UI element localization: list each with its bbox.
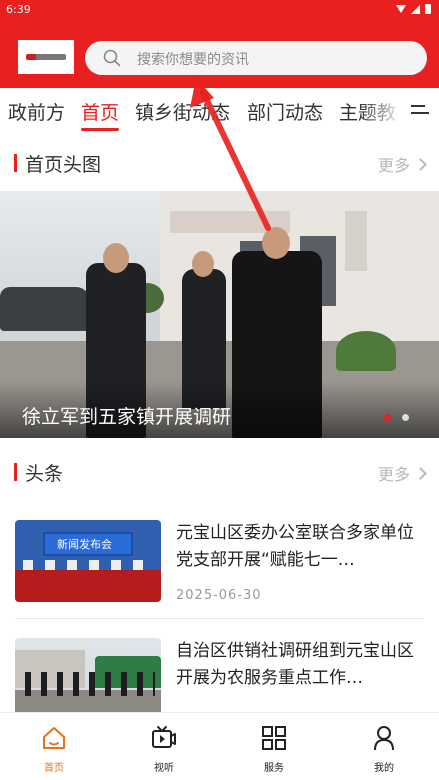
channel-tabs: 政前方 首页 镇乡街动态 部门动态 主题教 (0, 88, 439, 136)
user-icon (374, 726, 394, 751)
nav-profile[interactable]: 我的 (340, 713, 428, 780)
carousel-dot-active[interactable] (384, 414, 391, 421)
section-title: 头条 (25, 463, 64, 485)
news-section-header: 头条 更多 (0, 445, 439, 499)
nav-label: 首页 (44, 763, 64, 774)
more-link[interactable]: 更多 (377, 461, 427, 485)
signal-icon (411, 4, 420, 14)
nav-services[interactable]: 服务 (230, 713, 318, 780)
chevron-right-icon (414, 157, 427, 171)
banner-photo-plaque (345, 211, 367, 271)
search-placeholder: 搜索你想要的资讯 (137, 52, 249, 68)
nav-label: 视听 (154, 763, 174, 774)
home-icon (43, 727, 65, 749)
news-list-item[interactable]: 新闻发布会 元宝山区委办公室联合多家单位党支部开展“赋能七一… 2025-06-… (0, 520, 439, 630)
wifi-icon (396, 5, 406, 13)
news-date: 2025-06-30 (176, 588, 262, 603)
list-divider (15, 618, 424, 619)
search-input[interactable]: 搜索你想要的资讯 (85, 41, 427, 75)
headline-section-header: 首页头图 更多 (0, 136, 439, 190)
section-accent-bar (14, 463, 17, 481)
logo-mark (26, 54, 66, 60)
news-list-item[interactable]: 自治区供销社调研组到元宝山区开展为农服务重点工作… (0, 638, 439, 712)
banner-caption: 徐立军到五家镇开展调研 (22, 406, 232, 428)
app-header: 搜索你想要的资讯 (0, 18, 439, 88)
active-tab-indicator (81, 128, 119, 131)
banner-photo-head (103, 243, 129, 273)
search-icon (103, 49, 121, 67)
headline-banner[interactable]: 徐立军到五家镇开展调研 (0, 191, 439, 438)
battery-icon (425, 4, 431, 14)
bottom-navigation: 首页 视听 服务 我的 (0, 712, 439, 780)
status-time: 6:39 (6, 2, 31, 16)
news-title: 元宝山区委办公室联合多家单位党支部开展“赋能七一… (176, 523, 414, 570)
nav-label: 我的 (374, 763, 394, 774)
grid-icon (262, 726, 286, 750)
app-logo[interactable] (18, 40, 74, 74)
section-accent-bar (14, 154, 17, 172)
news-thumbnail: 新闻发布会 (15, 520, 161, 602)
news-thumbnail (15, 638, 161, 712)
banner-photo-head (192, 251, 214, 277)
news-title: 自治区供销社调研组到元宝山区开展为农服务重点工作… (176, 641, 414, 688)
chevron-right-icon (414, 466, 427, 480)
status-icons (396, 4, 431, 14)
more-label: 更多 (377, 156, 410, 175)
banner-photo-head (262, 227, 290, 259)
nav-label: 服务 (264, 763, 284, 774)
tab-zhengqianfang[interactable]: 政前方 (8, 98, 65, 125)
more-link[interactable]: 更多 (377, 152, 427, 176)
tab-township-news[interactable]: 镇乡街动态 (135, 98, 230, 125)
thumbnail-screen-text: 新闻发布会 (57, 538, 112, 551)
tab-fade (361, 88, 403, 136)
banner-photo-shrub (336, 331, 396, 371)
section-title: 首页头图 (25, 154, 102, 176)
nav-video[interactable]: 视听 (120, 713, 208, 780)
carousel-dot[interactable] (402, 414, 409, 421)
video-icon (152, 726, 176, 748)
nav-home[interactable]: 首页 (10, 713, 98, 780)
status-bar: 6:39 (0, 0, 439, 18)
banner-photo-car (0, 287, 90, 331)
more-label: 更多 (377, 465, 410, 484)
tab-department-news[interactable]: 部门动态 (247, 98, 323, 125)
menu-icon[interactable] (411, 102, 429, 120)
tab-home[interactable]: 首页 (81, 98, 119, 125)
